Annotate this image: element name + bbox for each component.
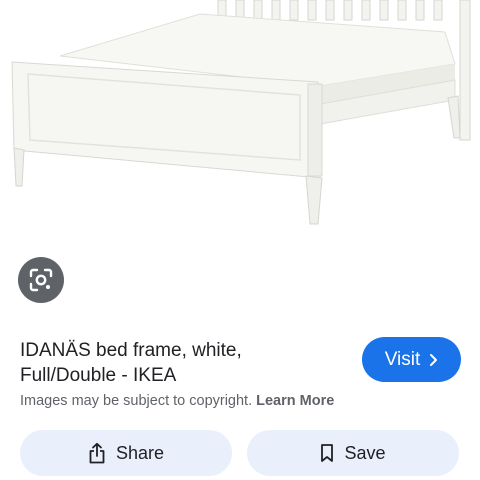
- bookmark-icon: [320, 443, 334, 463]
- result-title-line-2: Full/Double - IKEA: [20, 365, 177, 386]
- image-result-page: IDANÄS bed frame, white, Full/Double - I…: [0, 0, 480, 480]
- result-title-line-1: IDANÄS bed frame, white,: [20, 340, 242, 361]
- result-title[interactable]: IDANÄS bed frame, white, Full/Double - I…: [20, 338, 340, 388]
- visit-button[interactable]: Visit: [362, 337, 461, 382]
- learn-more-link[interactable]: Learn More: [256, 393, 334, 409]
- google-lens-icon: [28, 267, 54, 293]
- copyright-notice: Images may be subject to copyright. Learn…: [20, 393, 334, 409]
- share-label: Share: [115, 442, 165, 463]
- google-lens-button[interactable]: [18, 257, 64, 303]
- product-image[interactable]: [0, 0, 480, 322]
- visit-label: Visit: [384, 348, 421, 370]
- save-button[interactable]: Save: [247, 430, 459, 476]
- save-label: Save: [344, 442, 386, 463]
- copyright-text: Images may be subject to copyright.: [20, 393, 253, 409]
- bed-frame-image: [11, 0, 471, 225]
- chevron-right-icon: [428, 353, 438, 367]
- share-icon: [88, 442, 106, 464]
- share-button[interactable]: Share: [20, 430, 232, 476]
